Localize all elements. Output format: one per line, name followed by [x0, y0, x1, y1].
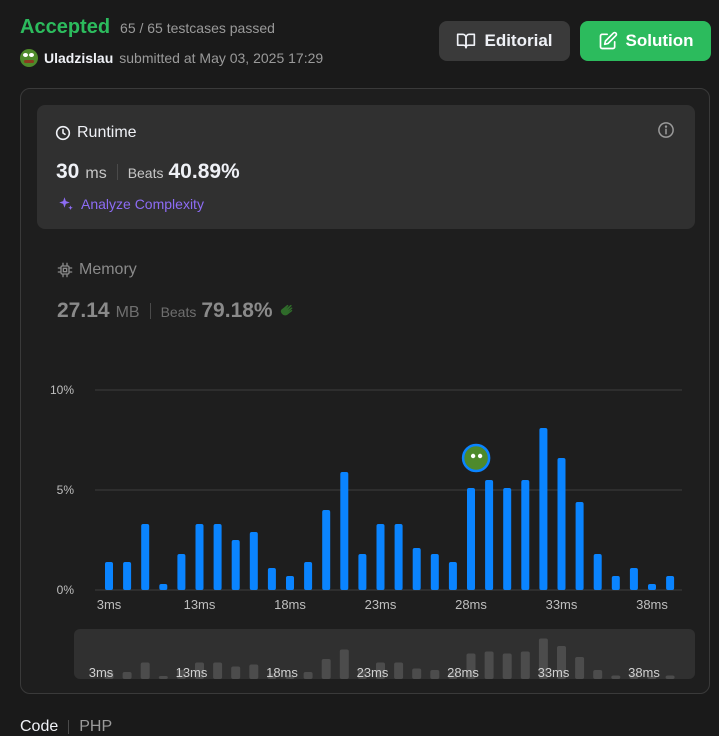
chart-bar[interactable]: [304, 562, 313, 590]
chart-bar[interactable]: [123, 562, 132, 590]
range-selector-bar: [484, 651, 494, 679]
chart-bar[interactable]: [575, 502, 584, 590]
code-header: Code PHP: [20, 718, 112, 736]
chart-bar[interactable]: [267, 568, 276, 590]
y-tick-label: 0%: [57, 583, 75, 597]
range-selector-label: 33ms: [538, 665, 570, 680]
y-tick-label: 5%: [57, 483, 75, 497]
chart-bar[interactable]: [412, 548, 421, 590]
range-selector-bar: [339, 649, 349, 679]
submission-header: Accepted 65 / 65 testcases passed Uladzi…: [20, 16, 323, 67]
range-selector-bar: [321, 659, 331, 679]
x-tick-label: 23ms: [365, 597, 397, 612]
my-submission-avatar[interactable]: [461, 443, 491, 473]
range-selector-bar: [213, 662, 223, 679]
submitted-time: submitted at May 03, 2025 17:29: [119, 50, 324, 66]
solution-label: Solution: [625, 31, 694, 50]
book-open-icon: [457, 33, 476, 49]
chart-bar[interactable]: [666, 576, 675, 590]
x-tick-label: 33ms: [546, 597, 578, 612]
chart-bar[interactable]: [648, 584, 656, 590]
range-selector[interactable]: 3ms 13ms 18ms 23ms 28ms 33ms 38ms: [74, 629, 695, 680]
code-label: Code: [20, 718, 59, 735]
range-selector-label: 13ms: [176, 665, 208, 680]
chart-x-labels: 3ms 13ms 18ms 23ms 28ms 33ms 38ms: [97, 597, 669, 612]
x-tick-label: 18ms: [274, 597, 306, 612]
x-tick-label: 3ms: [97, 597, 122, 612]
y-tick-label: 10%: [50, 383, 74, 397]
range-selector-bar: [593, 670, 603, 679]
range-selector-bar: [665, 675, 675, 679]
chart-bars[interactable]: [105, 428, 675, 590]
range-selector-bar: [122, 672, 132, 679]
editorial-button[interactable]: Editorial: [439, 21, 570, 61]
status-accepted: Accepted: [20, 16, 111, 38]
range-selector-bar: [231, 666, 241, 679]
editorial-label: Editorial: [484, 31, 553, 50]
edit-icon: [599, 31, 617, 50]
chart-bar[interactable]: [376, 524, 385, 590]
range-selector-label: 28ms: [447, 665, 479, 680]
chart-bar[interactable]: [340, 472, 349, 590]
chart-bar[interactable]: [231, 540, 240, 590]
chart-bar[interactable]: [611, 576, 620, 590]
chart-bar[interactable]: [358, 554, 367, 590]
chart-bar[interactable]: [213, 524, 222, 590]
x-tick-label: 38ms: [636, 597, 668, 612]
range-selector-bar: [611, 675, 621, 679]
range-selector-bar: [158, 676, 168, 679]
chart-bar[interactable]: [557, 458, 566, 590]
range-selector-bar: [520, 651, 530, 679]
testcases-passed: 65 / 65 testcases passed: [120, 20, 275, 36]
chart-bar[interactable]: [467, 488, 475, 590]
chart-bar[interactable]: [322, 510, 331, 590]
range-selector-bar: [412, 668, 422, 679]
range-selector-bar: [394, 662, 404, 679]
chart-bar[interactable]: [593, 554, 602, 590]
x-tick-label: 28ms: [455, 597, 487, 612]
range-selector-bar: [140, 662, 150, 679]
chart-bar[interactable]: [503, 488, 512, 590]
user-avatar[interactable]: [20, 49, 38, 67]
divider: [68, 720, 70, 734]
chart-bar[interactable]: [286, 576, 294, 590]
range-selector-bar: [430, 670, 440, 679]
range-selector-bar: [575, 657, 585, 679]
range-selector-label: 18ms: [266, 665, 298, 680]
range-selector-label: 3ms: [89, 665, 114, 680]
avatar-eye: [477, 453, 483, 459]
solution-button[interactable]: Solution: [580, 21, 711, 61]
x-tick-label: 13ms: [184, 597, 216, 612]
range-selector-bar: [249, 664, 259, 679]
username-link[interactable]: Uladzislau: [44, 50, 113, 66]
chart-bar[interactable]: [485, 480, 494, 590]
chart-bar[interactable]: [159, 584, 168, 590]
range-selector-label: 38ms: [628, 665, 660, 680]
chart-bar[interactable]: [141, 524, 150, 590]
avatar-eye: [470, 453, 476, 459]
chart-bar[interactable]: [249, 532, 258, 590]
range-selector-bar: [502, 653, 512, 679]
chart-bar[interactable]: [448, 562, 457, 590]
range-selector-label: 23ms: [357, 665, 389, 680]
range-selector-bar: [303, 672, 313, 679]
chart-bar[interactable]: [195, 524, 204, 590]
chart-bar[interactable]: [430, 554, 439, 590]
chart-bar[interactable]: [177, 554, 186, 590]
chart-bar[interactable]: [629, 568, 638, 590]
chart-bar[interactable]: [539, 428, 548, 590]
chart-bar[interactable]: [105, 562, 113, 590]
runtime-distribution-chart[interactable]: 10% 5% 0% 3ms 13ms 18ms 23ms 28ms 33ms 38ms 3ms 1…: [20, 88, 710, 694]
chart-bar[interactable]: [521, 480, 530, 590]
my-submission-marker[interactable]: [461, 443, 491, 473]
language-label[interactable]: PHP: [79, 718, 112, 736]
chart-bar[interactable]: [394, 524, 403, 590]
